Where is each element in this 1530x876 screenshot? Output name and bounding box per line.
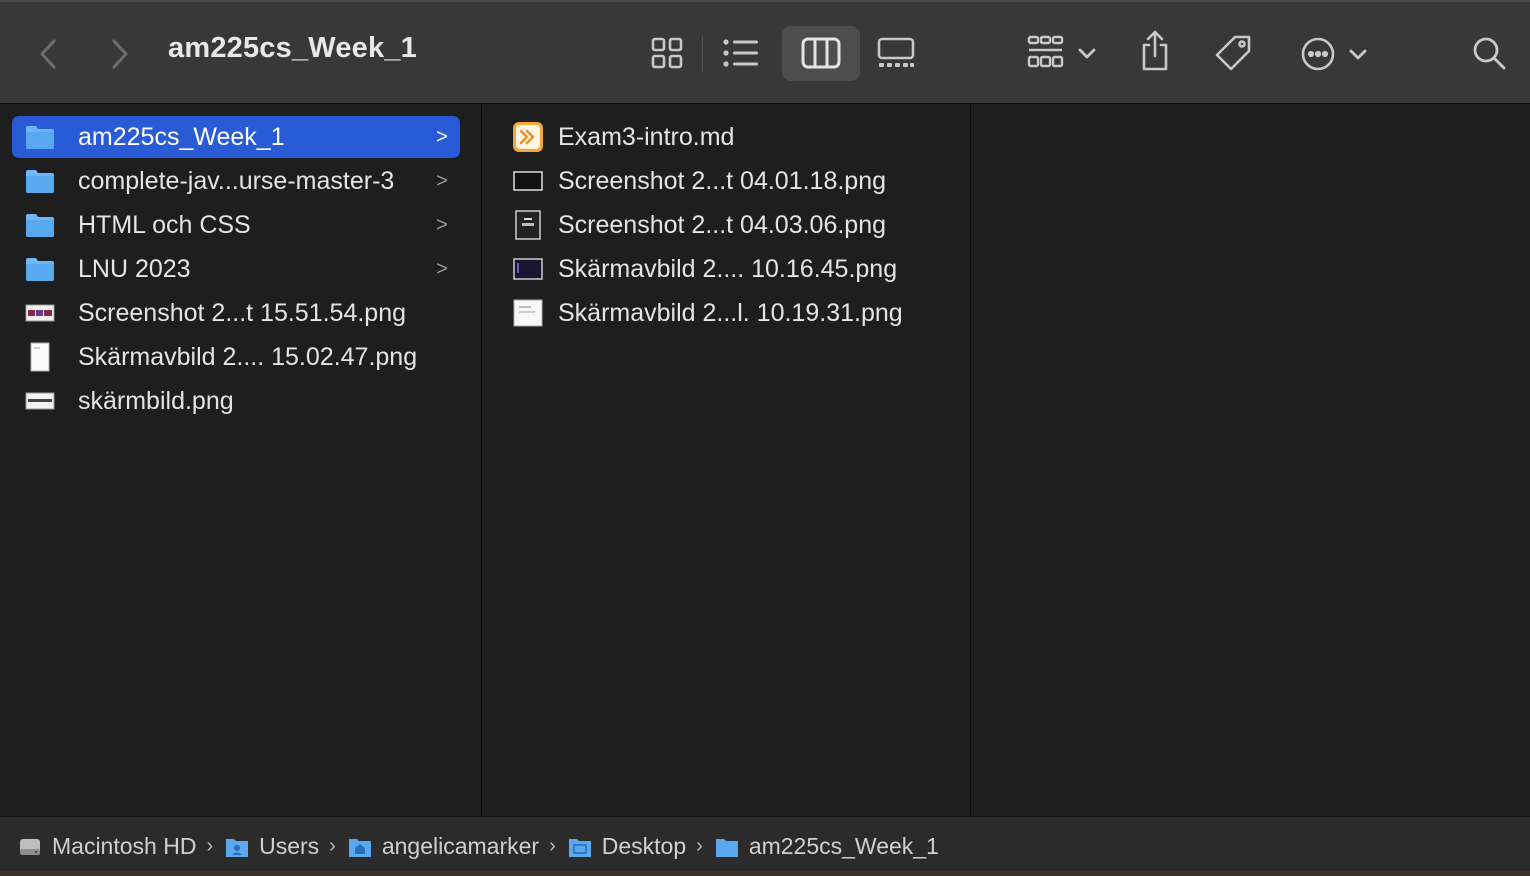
list-item[interactable]: Screenshot 2...t 04.03.06.png bbox=[502, 204, 952, 246]
crumb-label: Macintosh HD bbox=[52, 833, 197, 859]
list-item[interactable]: Skärmavbild 2.... 10.16.45.png bbox=[502, 248, 952, 290]
home-folder-icon bbox=[348, 835, 372, 859]
image-thumbnail-icon bbox=[512, 253, 544, 285]
item-label: Skärmavbild 2.... 10.16.45.png bbox=[558, 254, 898, 283]
chevron-left-icon[interactable] bbox=[32, 36, 64, 72]
desktop-edge bbox=[0, 871, 1530, 876]
item-label: Screenshot 2...t 04.03.06.png bbox=[558, 210, 887, 239]
group-icon[interactable] bbox=[1022, 32, 1102, 74]
hard-drive-icon bbox=[18, 835, 42, 859]
list-item[interactable]: Skärmavbild 2...l. 10.19.31.png bbox=[502, 292, 952, 334]
crumb-label: am225cs_Week_1 bbox=[748, 833, 939, 859]
item-label: Skärmavbild 2.... 15.02.47.png bbox=[78, 342, 418, 371]
toolbar: am225cs_Week_1 bbox=[0, 0, 1530, 104]
list-item[interactable]: LNU 2023 > bbox=[12, 248, 460, 290]
chevron-right-icon: > bbox=[436, 125, 448, 148]
image-thumbnail-icon bbox=[512, 165, 544, 197]
breadcrumb-separator: › bbox=[696, 835, 703, 857]
column-3 bbox=[971, 105, 1530, 816]
breadcrumb-separator: › bbox=[329, 835, 336, 857]
breadcrumb-users[interactable]: Users bbox=[225, 833, 319, 860]
list-view-icon[interactable] bbox=[720, 34, 762, 72]
folder-icon bbox=[24, 165, 56, 197]
item-label: Exam3-intro.md bbox=[558, 122, 735, 151]
window-title: am225cs_Week_1 bbox=[168, 32, 417, 64]
chevron-right-icon: > bbox=[436, 169, 448, 192]
image-thumbnail-icon bbox=[512, 209, 544, 241]
item-label: am225cs_Week_1 bbox=[78, 122, 285, 151]
chevron-right-icon: > bbox=[436, 257, 448, 280]
item-label: LNU 2023 bbox=[78, 254, 191, 283]
crumb-label: angelicamarker bbox=[381, 833, 540, 859]
folder-icon bbox=[24, 121, 56, 153]
share-icon[interactable] bbox=[1136, 28, 1174, 74]
list-item[interactable]: Skärmavbild 2.... 15.02.47.png bbox=[12, 336, 460, 378]
breadcrumb-desktop[interactable]: Desktop bbox=[568, 833, 686, 860]
item-label: Screenshot 2...t 15.51.54.png bbox=[78, 298, 407, 327]
crumb-label: Desktop bbox=[601, 833, 687, 859]
column-2: Exam3-intro.md Screenshot 2...t 04.01.18… bbox=[482, 105, 971, 816]
item-label: skärmbild.png bbox=[78, 386, 234, 415]
folder-icon bbox=[24, 209, 56, 241]
image-thumbnail-icon bbox=[24, 297, 56, 329]
crumb-label: Users bbox=[259, 833, 320, 859]
breadcrumb-separator: › bbox=[549, 835, 556, 857]
desktop-folder-icon bbox=[568, 835, 592, 859]
gallery-view-icon[interactable] bbox=[874, 34, 918, 72]
item-label: complete-jav...urse-master-3 bbox=[78, 166, 395, 195]
search-icon[interactable] bbox=[1470, 34, 1508, 72]
image-thumbnail-icon bbox=[512, 297, 544, 329]
image-thumbnail-icon bbox=[24, 385, 56, 417]
list-item[interactable]: HTML och CSS > bbox=[12, 204, 460, 246]
breadcrumb-macintosh-hd[interactable]: Macintosh HD bbox=[18, 833, 196, 860]
path-bar: Macintosh HD › Users › angelicamarker › … bbox=[0, 816, 1530, 876]
image-thumbnail-icon bbox=[24, 341, 56, 373]
column-view-icon[interactable] bbox=[800, 34, 842, 72]
breadcrumb-separator: › bbox=[206, 835, 214, 857]
list-item[interactable]: am225cs_Week_1 > bbox=[12, 116, 460, 158]
markdown-file-icon bbox=[512, 121, 544, 153]
item-label: Skärmavbild 2...l. 10.19.31.png bbox=[558, 298, 903, 327]
icon-view-icon[interactable] bbox=[648, 34, 686, 72]
list-item[interactable]: skärmbild.png bbox=[12, 380, 460, 422]
chevron-right-icon: > bbox=[436, 213, 448, 236]
folder-icon bbox=[24, 253, 56, 285]
column-1: am225cs_Week_1 > complete-jav...urse-mas… bbox=[0, 105, 482, 816]
users-folder-icon bbox=[225, 835, 249, 859]
list-item[interactable]: complete-jav...urse-master-3 > bbox=[12, 160, 460, 202]
ellipsis-circle-icon[interactable] bbox=[1298, 32, 1370, 74]
list-item[interactable]: Exam3-intro.md bbox=[502, 116, 952, 158]
folder-icon bbox=[715, 835, 739, 859]
breadcrumb-home[interactable]: angelicamarker bbox=[348, 833, 539, 860]
breadcrumb-current-folder[interactable]: am225cs_Week_1 bbox=[715, 833, 939, 860]
finder-window: am225cs_Week_1 am225cs_Week_1 > complete… bbox=[0, 0, 1530, 876]
tag-icon[interactable] bbox=[1212, 32, 1256, 76]
list-item[interactable]: Screenshot 2...t 15.51.54.png bbox=[12, 292, 460, 334]
item-label: Screenshot 2...t 04.01.18.png bbox=[558, 166, 887, 195]
divider bbox=[702, 36, 703, 72]
item-label: HTML och CSS bbox=[78, 210, 251, 239]
chevron-right-icon[interactable] bbox=[104, 36, 136, 72]
list-item[interactable]: Screenshot 2...t 04.01.18.png bbox=[502, 160, 952, 202]
